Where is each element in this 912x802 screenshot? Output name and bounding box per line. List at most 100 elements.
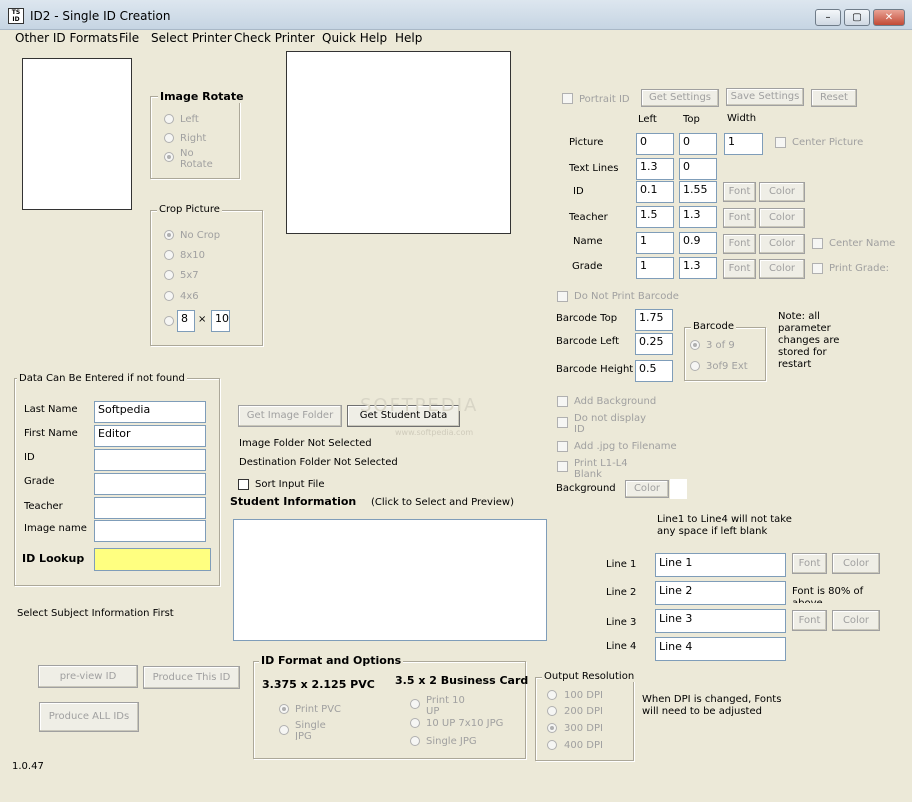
line3-font-button[interactable]: Font <box>792 610 827 631</box>
reset-button[interactable]: Reset <box>811 89 857 107</box>
grade-top-input[interactable]: 1.3 <box>679 257 717 279</box>
center-picture-checkbox[interactable] <box>775 137 786 148</box>
line2-input[interactable]: Line 2 <box>655 581 786 605</box>
image-name-input[interactable] <box>94 520 206 542</box>
line2-label: Line 2 <box>606 587 637 598</box>
add-background-checkbox[interactable] <box>557 396 568 407</box>
grade-font-button[interactable]: Font <box>723 259 756 279</box>
menu-quick-help[interactable]: Quick Help <box>322 31 387 45</box>
grade-color-button[interactable]: Color <box>759 259 805 279</box>
crop-none-radio[interactable] <box>164 230 174 240</box>
picture-width-input[interactable]: 1 <box>724 133 763 155</box>
rotate-left-radio[interactable] <box>164 114 174 124</box>
get-settings-button[interactable]: Get Settings <box>641 89 719 107</box>
barcode-type-group <box>684 327 766 381</box>
name-top-input[interactable]: 0.9 <box>679 232 717 254</box>
center-name-checkbox[interactable] <box>812 238 823 249</box>
add-jpg-checkbox[interactable] <box>557 441 568 452</box>
menu-file[interactable]: File <box>119 31 139 45</box>
grade-input[interactable] <box>94 473 206 495</box>
dpi-400-radio[interactable] <box>547 740 557 750</box>
print-pvc-label: Print PVC <box>295 704 342 715</box>
sort-input-checkbox[interactable] <box>238 479 249 490</box>
maximize-button[interactable]: ▢ <box>844 9 870 26</box>
print-blank-checkbox[interactable] <box>557 461 568 472</box>
minimize-button[interactable]: – <box>815 9 841 26</box>
produce-all-ids-button[interactable]: Produce ALL IDs <box>39 702 139 732</box>
crop-5x7-radio[interactable] <box>164 270 174 280</box>
line1-color-button[interactable]: Color <box>832 553 880 574</box>
no-display-id-checkbox[interactable] <box>557 417 568 428</box>
line1-font-button[interactable]: Font <box>792 553 827 574</box>
line3-input[interactable]: Line 3 <box>655 609 786 633</box>
teacher-input[interactable] <box>94 497 206 519</box>
textlines-left-input[interactable]: 1.3 <box>636 158 674 180</box>
crop-times-label: × <box>198 314 207 325</box>
save-settings-button[interactable]: Save Settings <box>726 88 804 106</box>
dpi-100-radio[interactable] <box>547 690 557 700</box>
teacher-color-button[interactable]: Color <box>759 208 805 228</box>
background-color-button[interactable]: Color <box>625 480 669 498</box>
rotate-right-radio[interactable] <box>164 133 174 143</box>
name-color-button[interactable]: Color <box>759 234 805 254</box>
menu-select-printer[interactable]: Select Printer <box>151 31 232 45</box>
id-top-input[interactable]: 1.55 <box>679 181 717 203</box>
teacher-left-input[interactable]: 1.5 <box>636 206 674 228</box>
barcode-left-input[interactable]: 0.25 <box>635 333 673 355</box>
student-list[interactable] <box>233 519 547 641</box>
id-font-button[interactable]: Font <box>723 182 756 202</box>
portrait-id-label: Portrait ID <box>579 94 630 105</box>
last-name-input[interactable]: Softpedia <box>94 401 206 423</box>
business-card-title: 3.5 x 2 Business Card <box>395 674 529 687</box>
menu-help[interactable]: Help <box>395 31 422 45</box>
id-lookup-input[interactable] <box>94 548 211 571</box>
portrait-id-checkbox[interactable] <box>562 93 573 104</box>
teacher-font-button[interactable]: Font <box>723 208 756 228</box>
id-left-input[interactable]: 0.1 <box>636 181 674 203</box>
10up-jpg-radio[interactable] <box>410 718 420 728</box>
barcode-3of9ext-radio[interactable] <box>690 361 700 371</box>
crop-4x6-radio[interactable] <box>164 291 174 301</box>
name-font-button[interactable]: Font <box>723 234 756 254</box>
barcode-height-input[interactable]: 0.5 <box>635 360 673 382</box>
dpi-200-radio[interactable] <box>547 706 557 716</box>
single-jpg-pvc-radio[interactable] <box>279 725 289 735</box>
barcode-top-input[interactable]: 1.75 <box>635 309 673 331</box>
image-name-label: Image name <box>24 523 87 534</box>
picture-top-input[interactable]: 0 <box>679 133 717 155</box>
dpi-300-radio[interactable] <box>547 723 557 733</box>
crop-title: Crop Picture <box>157 204 222 215</box>
single-jpg-biz-radio[interactable] <box>410 736 420 746</box>
center-name-label: Center Name <box>829 238 896 249</box>
crop-8x10-radio[interactable] <box>164 250 174 260</box>
teacher-top-input[interactable]: 1.3 <box>679 206 717 228</box>
line1-input[interactable]: Line 1 <box>655 553 786 577</box>
print-grade-checkbox[interactable] <box>812 263 823 274</box>
print-10up-radio[interactable] <box>410 699 420 709</box>
first-name-input[interactable]: Editor <box>94 425 206 447</box>
menu-other-id-formats[interactable]: Other ID Formats <box>15 31 118 45</box>
dpi-100-label: 100 DPI <box>564 690 603 701</box>
close-button[interactable]: ✕ <box>873 9 905 26</box>
produce-this-id-button[interactable]: Produce This ID <box>143 666 240 689</box>
textlines-top-input[interactable]: 0 <box>679 158 717 180</box>
crop-custom-width[interactable]: 8 <box>177 310 195 332</box>
no-barcode-checkbox[interactable] <box>557 291 568 302</box>
single-jpg-biz-label: Single JPG <box>426 736 477 747</box>
grade-left-input[interactable]: 1 <box>636 257 674 279</box>
get-image-folder-button[interactable]: Get Image Folder <box>238 405 342 427</box>
name-left-input[interactable]: 1 <box>636 232 674 254</box>
id-color-button[interactable]: Color <box>759 182 805 202</box>
line3-color-button[interactable]: Color <box>832 610 880 631</box>
line4-input[interactable]: Line 4 <box>655 637 786 661</box>
crop-custom-radio[interactable] <box>164 316 174 326</box>
menu-check-printer[interactable]: Check Printer <box>234 31 315 45</box>
rotate-none-radio[interactable] <box>164 152 174 162</box>
print-pvc-radio[interactable] <box>279 704 289 714</box>
crop-custom-height[interactable]: 10 <box>211 310 230 332</box>
barcode-3of9-radio[interactable] <box>690 340 700 350</box>
10up-jpg-label: 10 UP 7x10 JPG <box>426 718 504 729</box>
preview-id-button[interactable]: pre-view ID <box>38 665 138 688</box>
picture-left-input[interactable]: 0 <box>636 133 674 155</box>
id-input[interactable] <box>94 449 206 471</box>
